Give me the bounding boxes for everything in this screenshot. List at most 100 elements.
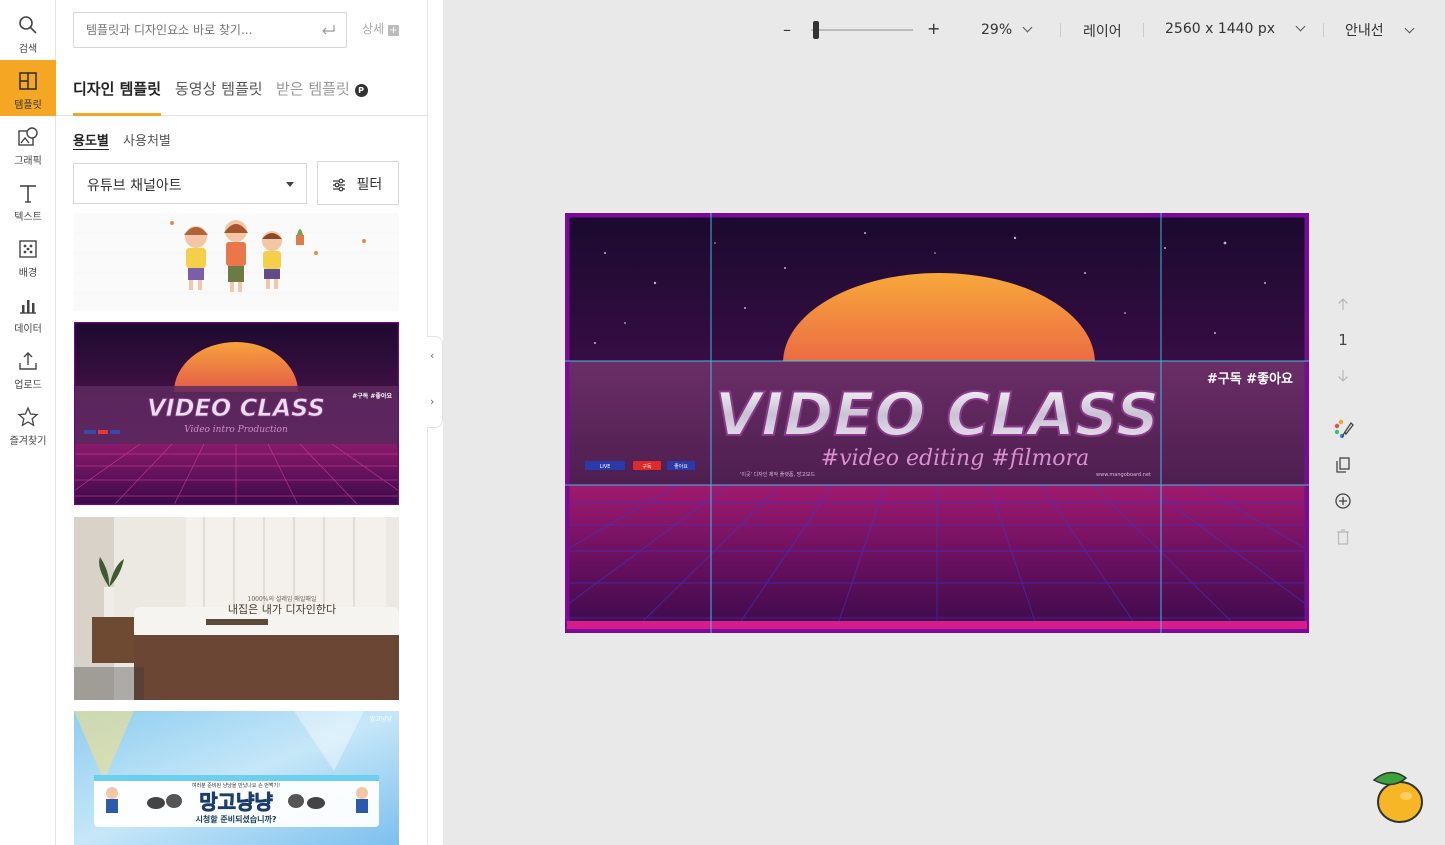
chevron-left-icon[interactable]: ‹ bbox=[430, 349, 434, 362]
canvas-tags: #구독 #좋아요 bbox=[1207, 371, 1293, 387]
rail-background[interactable]: 배경 bbox=[0, 228, 56, 284]
rail-search[interactable]: 검색 bbox=[0, 4, 56, 60]
template-icon bbox=[19, 72, 37, 90]
subscribe-badge-label: 구독 bbox=[642, 464, 652, 470]
page-up-button[interactable] bbox=[1329, 296, 1357, 315]
design-canvas[interactable]: VIDEO CLASS #video editing #filmora #구독 … bbox=[424, 212, 1445, 634]
layer-button[interactable]: 레이어 bbox=[1083, 21, 1122, 41]
chevron-down-icon bbox=[1022, 22, 1033, 33]
detail-button[interactable]: 상세 + bbox=[362, 20, 399, 37]
tab-received-template[interactable]: 받은 템플릿 P bbox=[276, 78, 368, 116]
rail-upload[interactable]: 업로드 bbox=[0, 340, 56, 396]
layer-label: 레이어 bbox=[1083, 24, 1122, 40]
rail-graphic[interactable]: 그래픽 bbox=[0, 116, 56, 172]
divider bbox=[1143, 23, 1144, 37]
editor-workspace: – + 29% 레이어 2560 x 1440 px 안내선 VIDEO CLA… bbox=[424, 0, 1445, 845]
guide-select[interactable]: 안내선 bbox=[1345, 20, 1415, 40]
subtabs: 용도별 사용처별 bbox=[73, 130, 181, 149]
mango-mascot-button[interactable] bbox=[1370, 768, 1426, 824]
star-icon bbox=[17, 406, 39, 427]
thumb-video-class-title: VIDEO CLASS bbox=[147, 394, 325, 422]
thumb-mango-bottom: 시청할 준비되셨습니까? bbox=[195, 814, 276, 824]
canvas-size-value: 2560 x 1440 px bbox=[1165, 21, 1276, 37]
text-icon bbox=[20, 185, 36, 203]
arrow-down-icon bbox=[1338, 370, 1348, 382]
zoom-in-button[interactable]: + bbox=[927, 19, 940, 38]
zoom-select[interactable]: 29% bbox=[981, 22, 1033, 38]
zoom-slider-handle[interactable] bbox=[813, 21, 819, 39]
panel-collapse-handle[interactable]: ‹ › bbox=[427, 336, 443, 428]
arrow-up-icon bbox=[1338, 298, 1348, 310]
upload-icon bbox=[19, 352, 37, 370]
icon-rail: 검색 템플릿 그래픽 텍스트 배경 데이터 업로드 즐겨찾기 bbox=[0, 0, 56, 845]
template-search-input[interactable] bbox=[74, 13, 304, 47]
bedroom-thumbnail: 1000%의 설레임 매일매일 내집은 내가 디자인한다 bbox=[74, 517, 399, 700]
enter-icon[interactable] bbox=[320, 23, 336, 37]
copy-icon bbox=[1336, 457, 1350, 473]
subtab-by-purpose[interactable]: 용도별 bbox=[73, 130, 109, 149]
add-page-button[interactable] bbox=[1329, 492, 1357, 514]
chevron-down-icon bbox=[1295, 21, 1306, 32]
rail-data-label: 데이터 bbox=[14, 324, 42, 335]
tab-design-template-label: 디자인 템플릿 bbox=[73, 80, 162, 98]
canvas-footer-right: www.mangoboard.net bbox=[1096, 472, 1151, 478]
delete-page-button[interactable] bbox=[1329, 528, 1357, 550]
thumb-video-class-subtitle: Video intro Production bbox=[184, 425, 288, 435]
rail-graphic-label: 그래픽 bbox=[14, 156, 42, 167]
rail-upload-label: 업로드 bbox=[14, 380, 42, 391]
filter-button[interactable]: 필터 bbox=[317, 161, 399, 205]
trash-icon bbox=[1337, 529, 1349, 545]
template-thumb-bedroom[interactable]: 1000%의 설레임 매일매일 내집은 내가 디자인한다 bbox=[74, 517, 399, 700]
background-icon bbox=[19, 240, 37, 258]
design-canvas-artwork: VIDEO CLASS #video editing #filmora #구독 … bbox=[424, 212, 1445, 634]
guide-label: 안내선 bbox=[1345, 23, 1384, 39]
rail-text[interactable]: 텍스트 bbox=[0, 172, 56, 228]
color-picker-button[interactable] bbox=[1329, 418, 1357, 444]
template-thumb-kids[interactable] bbox=[74, 213, 399, 311]
template-thumb-mangonyang[interactable]: 여러분 준비된 냥냥을 만났나요 손 번쩍기! 망고냥냥 시청할 준비되셨습니까… bbox=[74, 711, 399, 845]
canvas-title: VIDEO CLASS bbox=[715, 380, 1159, 450]
video-class-thumbnail: VIDEO CLASS Video intro Production #구독 #… bbox=[74, 322, 399, 505]
rail-favorite[interactable]: 즐겨찾기 bbox=[0, 396, 56, 452]
eyedropper-icon bbox=[1334, 419, 1354, 439]
plus-circle-icon bbox=[1335, 493, 1351, 509]
template-tabs: 디자인 템플릿 동영상 템플릿 받은 템플릿 P bbox=[56, 60, 427, 116]
rail-template[interactable]: 템플릿 bbox=[0, 60, 56, 116]
template-thumb-video-class[interactable]: VIDEO CLASS Video intro Production #구독 #… bbox=[74, 322, 399, 505]
page-number: 1 bbox=[1338, 331, 1348, 349]
chart-icon bbox=[20, 300, 36, 314]
category-select[interactable]: 유튜브 채널아트 bbox=[73, 163, 307, 204]
like-badge-label: 좋아요 bbox=[674, 463, 688, 470]
thumb-video-class-tags: #구독 #좋아요 bbox=[352, 392, 392, 400]
zoom-slider-track[interactable] bbox=[811, 29, 913, 31]
duplicate-page-button[interactable] bbox=[1329, 456, 1357, 478]
search-icon bbox=[19, 16, 37, 34]
filter-label: 필터 bbox=[356, 177, 383, 193]
rail-background-label: 배경 bbox=[18, 268, 38, 279]
tab-video-template[interactable]: 동영상 템플릿 bbox=[175, 78, 263, 116]
mango-mascot-icon bbox=[1372, 771, 1423, 823]
rail-text-label: 텍스트 bbox=[14, 212, 42, 223]
rail-data[interactable]: 데이터 bbox=[0, 284, 56, 340]
category-select-value: 유튜브 채널아트 bbox=[87, 178, 182, 194]
editor-topbar: – + 29% 레이어 2560 x 1440 px 안내선 bbox=[443, 0, 1445, 60]
chevron-right-icon[interactable]: › bbox=[430, 395, 434, 408]
tab-design-template[interactable]: 디자인 템플릿 bbox=[73, 78, 162, 116]
plus-box-icon: + bbox=[387, 25, 399, 36]
thumb-mango-title: 망고냥냥 bbox=[199, 790, 273, 814]
mangonyang-thumbnail: 여러분 준비된 냥냥을 만났나요 손 번쩍기! 망고냥냥 시청할 준비되셨습니까… bbox=[74, 711, 399, 845]
page-down-button[interactable] bbox=[1329, 368, 1357, 387]
subtab-by-platform[interactable]: 사용처별 bbox=[123, 130, 171, 149]
live-badge-label: LIVE bbox=[600, 464, 611, 470]
canvas-size-select[interactable]: 2560 x 1440 px bbox=[1165, 21, 1306, 37]
zoom-out-button[interactable]: – bbox=[783, 20, 791, 39]
template-search-box[interactable] bbox=[73, 12, 347, 48]
zoom-value: 29% bbox=[981, 22, 1013, 38]
template-panel: 상세 + 디자인 템플릿 동영상 템플릿 받은 템플릿 P 용도별 사용처별 유… bbox=[56, 0, 428, 845]
filter-sliders-icon bbox=[333, 178, 345, 192]
chevron-down-icon bbox=[1404, 23, 1415, 34]
tab-video-template-label: 동영상 템플릿 bbox=[175, 80, 263, 98]
divider bbox=[1060, 23, 1061, 37]
rail-favorite-label: 즐겨찾기 bbox=[9, 436, 47, 447]
kids-illustration bbox=[74, 213, 399, 311]
